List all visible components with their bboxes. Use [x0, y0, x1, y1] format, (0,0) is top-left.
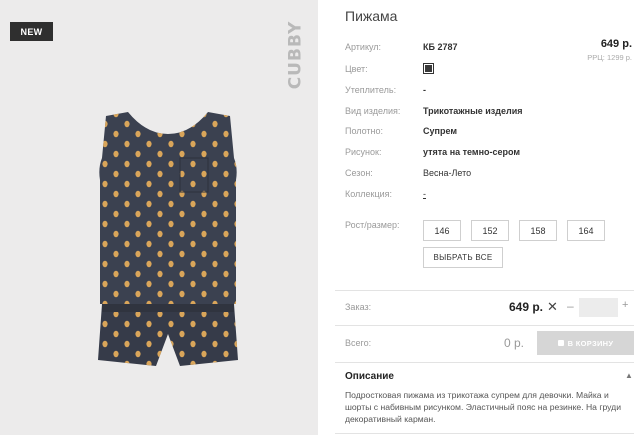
spec-value: КБ 2787: [423, 42, 458, 52]
pajama-image: [98, 112, 238, 366]
spec-label: Цвет:: [345, 64, 368, 74]
total-label: Всего:: [345, 338, 372, 348]
quantity-input[interactable]: [579, 298, 618, 317]
spec-value: утята на темно-сером: [423, 147, 521, 157]
divider: [335, 362, 634, 363]
spec-label: Утеплитель:: [345, 85, 397, 95]
divider: [335, 325, 634, 326]
spec-type: Вид изделия: Трикотажные изделия: [345, 106, 635, 122]
spec-value: Трикотажные изделия: [423, 106, 523, 116]
spec-label: Сезон:: [345, 168, 373, 178]
brand-logo-text: CUBBY: [285, 20, 306, 90]
spec-insulation: Утеплитель: -: [345, 85, 635, 101]
size-label: Рост/размер:: [345, 220, 400, 230]
spec-label: Полотно:: [345, 126, 384, 136]
spec-color: Цвет:: [345, 64, 635, 80]
size-options: 146 152 158 164: [423, 220, 605, 241]
color-swatch-fill: [425, 65, 432, 72]
order-price: 649 р.: [509, 300, 544, 314]
spec-collection: Коллекция: -: [345, 189, 635, 205]
description-heading[interactable]: Описание: [345, 371, 394, 382]
close-icon[interactable]: ✕: [547, 299, 558, 315]
spec-label: Рисунок:: [345, 147, 382, 157]
spec-season: Сезон: Весна-Лето: [345, 168, 635, 184]
brand-logo: CUBBY: [283, 18, 307, 92]
add-to-cart-button[interactable]: В КОРЗИНУ: [537, 331, 634, 355]
collection-link[interactable]: -: [423, 189, 426, 199]
add-to-cart-label: В КОРЗИНУ: [567, 338, 614, 348]
cart-icon: [557, 340, 564, 346]
product-photo[interactable]: NEW CUBBY: [0, 0, 318, 435]
divider: [335, 433, 634, 434]
decrease-quantity-button[interactable]: –: [567, 299, 574, 313]
order-label: Заказ:: [345, 302, 372, 312]
new-badge: NEW: [10, 22, 53, 41]
size-button-158[interactable]: 158: [519, 220, 557, 241]
size-button-146[interactable]: 146: [423, 220, 461, 241]
spec-print: Рисунок: утята на темно-сером: [345, 147, 635, 163]
color-swatch[interactable]: [423, 63, 434, 74]
spec-value: -: [423, 85, 426, 95]
spec-fabric: Полотно: Супрем: [345, 126, 635, 142]
spec-value: Супрем: [423, 126, 457, 136]
size-button-164[interactable]: 164: [567, 220, 605, 241]
select-all-button[interactable]: ВЫБРАТЬ ВСЕ: [423, 247, 503, 268]
spec-label: Коллекция:: [345, 189, 393, 199]
divider: [335, 290, 634, 291]
spec-label: Вид изделия:: [345, 106, 401, 116]
increase-quantity-button[interactable]: +: [622, 299, 628, 311]
spec-label: Артикул:: [345, 42, 382, 52]
spec-value: Весна-Лето: [423, 168, 472, 178]
size-button-152[interactable]: 152: [471, 220, 509, 241]
chevron-up-icon[interactable]: ▲: [625, 371, 633, 380]
spec-article: Артикул: КБ 2787: [345, 42, 635, 58]
description-text: Подростковая пижама из трикотажа супрем …: [345, 390, 621, 424]
total-value: 0 р.: [504, 336, 525, 350]
product-title: Пижама: [345, 8, 398, 24]
